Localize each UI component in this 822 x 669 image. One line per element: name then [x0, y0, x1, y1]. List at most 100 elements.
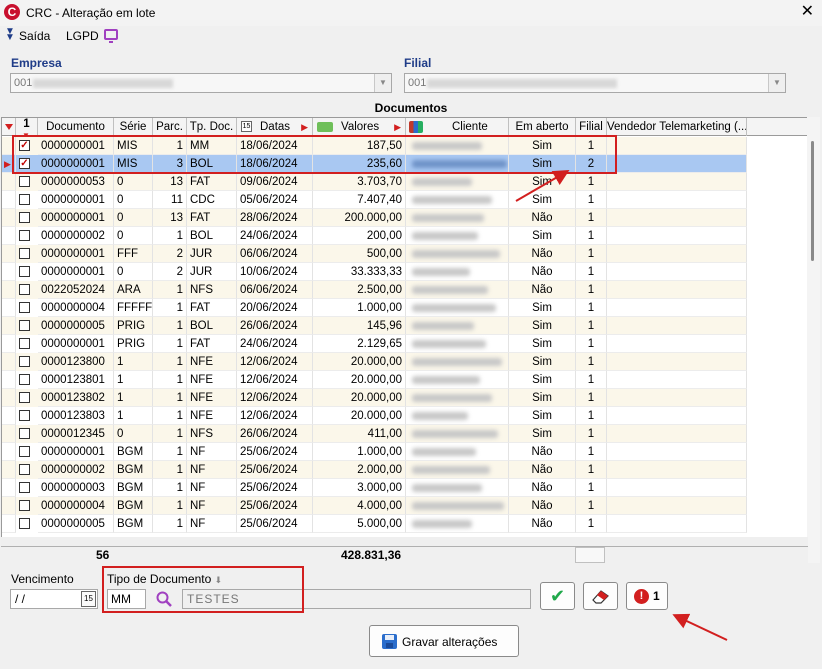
- row-checkbox[interactable]: [19, 392, 30, 403]
- row-checkbox[interactable]: [19, 194, 30, 205]
- row-checkbox[interactable]: [19, 338, 30, 349]
- cell-filial: 1: [576, 263, 607, 281]
- save-changes-button[interactable]: Gravar alterações: [369, 625, 519, 657]
- table-row[interactable]: 0000000001 0 13 FAT 28/06/2024 200.000,00 Não 1: [2, 209, 747, 227]
- row-indicator: [2, 497, 16, 515]
- table-row[interactable]: 0000000004 BGM 1 NF 25/06/2024 4.000,00 Não 1: [2, 497, 747, 515]
- close-icon[interactable]: ✕: [801, 3, 814, 21]
- table-row[interactable]: 0000012345 0 1 NFS 26/06/2024 411,00 Sim 1: [2, 425, 747, 443]
- confirm-button[interactable]: ✔: [540, 582, 575, 610]
- row-checkbox[interactable]: [19, 302, 30, 313]
- row-checkbox[interactable]: ✓: [19, 140, 30, 151]
- exit-icon[interactable]: ▼ ▼: [5, 27, 15, 43]
- col-filial[interactable]: Filial: [576, 118, 607, 136]
- cell-serie: 0: [114, 425, 153, 443]
- cell-filial: 1: [576, 317, 607, 335]
- col-em-aberto[interactable]: Em aberto: [509, 118, 576, 136]
- tipo-documento-code-input[interactable]: MM: [107, 589, 146, 609]
- search-icon[interactable]: [155, 590, 173, 608]
- row-indicator: [2, 461, 16, 479]
- table-row[interactable]: 0000000001 PRIG 1 FAT 24/06/2024 2.129,65 Sim 1: [2, 335, 747, 353]
- clear-button[interactable]: [583, 582, 618, 610]
- row-checkbox[interactable]: [19, 428, 30, 439]
- calendar-icon[interactable]: 15: [81, 591, 96, 607]
- errors-button[interactable]: ! 1: [626, 582, 668, 610]
- row-checkbox[interactable]: [19, 320, 30, 331]
- row-checkbox[interactable]: [19, 356, 30, 367]
- table-row[interactable]: 0000000001 0 2 JUR 10/06/2024 33.333,33 Não 1: [2, 263, 747, 281]
- col-serie[interactable]: Série: [114, 118, 153, 136]
- cell-valor: 200.000,00: [313, 209, 406, 227]
- table-row[interactable]: 0000000002 BGM 1 NF 25/06/2024 2.000,00 Não 1: [2, 461, 747, 479]
- cell-data: 25/06/2024: [237, 515, 313, 533]
- monitor-icon[interactable]: [104, 29, 118, 43]
- row-checkbox[interactable]: [19, 266, 30, 277]
- cell-em-aberto: Sim: [509, 317, 576, 335]
- scroll-thumb[interactable]: [811, 141, 814, 261]
- cell-em-aberto: Sim: [509, 155, 576, 173]
- row-checkbox[interactable]: [19, 464, 30, 475]
- footer-filial-cell: [575, 547, 605, 563]
- table-row[interactable]: 0000000005 BGM 1 NF 25/06/2024 5.000,00 Não 1: [2, 515, 747, 533]
- cell-tp-doc: NF: [187, 479, 237, 497]
- filial-select[interactable]: 001 ▼: [404, 73, 786, 93]
- col-tp-doc[interactable]: Tp. Doc.: [187, 118, 237, 136]
- table-row[interactable]: 0000000002 0 1 BOL 24/06/2024 200,00 Sim 1: [2, 227, 747, 245]
- empresa-select[interactable]: 001 ▼: [10, 73, 392, 93]
- row-checkbox[interactable]: [19, 446, 30, 457]
- table-row[interactable]: 0022052024 ARA 1 NFS 06/06/2024 2.500,00 Não 1: [2, 281, 747, 299]
- table-row[interactable]: 0000123801 1 1 NFE 12/06/2024 20.000,00 Sim 1: [2, 371, 747, 389]
- cell-cliente-redacted: [406, 461, 509, 479]
- table-row[interactable]: 0000123802 1 1 NFE 12/06/2024 20.000,00 Sim 1: [2, 389, 747, 407]
- cell-valor: 1.000,00: [313, 443, 406, 461]
- filial-code: 001: [408, 77, 427, 89]
- cell-tp-doc: BOL: [187, 227, 237, 245]
- row-checkbox[interactable]: [19, 212, 30, 223]
- table-row[interactable]: 0000000001 0 11 CDC 05/06/2024 7.407,40 Sim 1: [2, 191, 747, 209]
- col-cliente[interactable]: Cliente: [406, 118, 509, 136]
- documents-grid[interactable]: 1 ▼ Documento Série Parc. Tp. Doc. 15 Dat…: [1, 117, 808, 563]
- cell-vendedor: [607, 371, 747, 389]
- row-checkbox[interactable]: [19, 176, 30, 187]
- col-valores[interactable]: Valores ▶: [313, 118, 406, 136]
- vencimento-input[interactable]: / / 15: [10, 589, 98, 609]
- table-row[interactable]: 0000000003 BGM 1 NF 25/06/2024 3.000,00 Não 1: [2, 479, 747, 497]
- col-documento[interactable]: Documento: [38, 118, 114, 136]
- exit-button[interactable]: Saída: [19, 29, 50, 43]
- row-checkbox[interactable]: [19, 248, 30, 259]
- sort-right-icon: ▶: [301, 122, 308, 132]
- lgpd-button[interactable]: LGPD: [66, 29, 99, 43]
- table-row[interactable]: 0000000001 FFF 2 JUR 06/06/2024 500,00 Não 1: [2, 245, 747, 263]
- cell-filial: 1: [576, 497, 607, 515]
- select-count-header[interactable]: 1 ▼: [16, 118, 38, 136]
- cell-serie: ARA: [114, 281, 153, 299]
- col-vendedor[interactable]: Vendedor Telemarketing (...: [607, 118, 747, 136]
- cell-cliente-redacted: [406, 245, 509, 263]
- row-checkbox[interactable]: [19, 410, 30, 421]
- table-row[interactable]: 0000123803 1 1 NFE 12/06/2024 20.000,00 Sim 1: [2, 407, 747, 425]
- col-datas[interactable]: 15 Datas ▶: [237, 118, 313, 136]
- table-row[interactable]: ✓ 0000000001 MIS 1 MM 18/06/2024 187,50 Sim 1: [2, 137, 747, 155]
- row-checkbox[interactable]: [19, 518, 30, 529]
- table-row[interactable]: ▶ ✓ 0000000001 MIS 3 BOL 18/06/2024 235,60 Sim 2: [2, 155, 747, 173]
- chevron-down-icon[interactable]: ▼: [374, 74, 391, 92]
- table-row[interactable]: 0000000005 PRIG 1 BOL 26/06/2024 145,96 Sim 1: [2, 317, 747, 335]
- cell-valor: 2.000,00: [313, 461, 406, 479]
- chevron-down-icon[interactable]: ▼: [768, 74, 785, 92]
- table-row[interactable]: 0000123800 1 1 NFE 12/06/2024 20.000,00 Sim 1: [2, 353, 747, 371]
- cell-documento: 0000000005: [38, 515, 114, 533]
- row-checkbox[interactable]: [19, 284, 30, 295]
- row-checkbox[interactable]: [19, 482, 30, 493]
- table-row[interactable]: 0000000001 BGM 1 NF 25/06/2024 1.000,00 Não 1: [2, 443, 747, 461]
- grid-horizontal-scrollbar[interactable]: [1, 537, 808, 546]
- table-row[interactable]: 0000000053 0 13 FAT 09/06/2024 3.703,70 Sim 1: [2, 173, 747, 191]
- row-checkbox[interactable]: [19, 230, 30, 241]
- cell-valor: 145,96: [313, 317, 406, 335]
- col-parc[interactable]: Parc.: [153, 118, 187, 136]
- row-checkbox[interactable]: [19, 500, 30, 511]
- grid-vertical-scrollbar[interactable]: [807, 117, 820, 563]
- row-checkbox[interactable]: ✓: [19, 158, 30, 169]
- row-indicator: [2, 353, 16, 371]
- table-row[interactable]: 0000000004 FFFFF 1 FAT 20/06/2024 1.000,00 Sim…: [2, 299, 747, 317]
- row-checkbox[interactable]: [19, 374, 30, 385]
